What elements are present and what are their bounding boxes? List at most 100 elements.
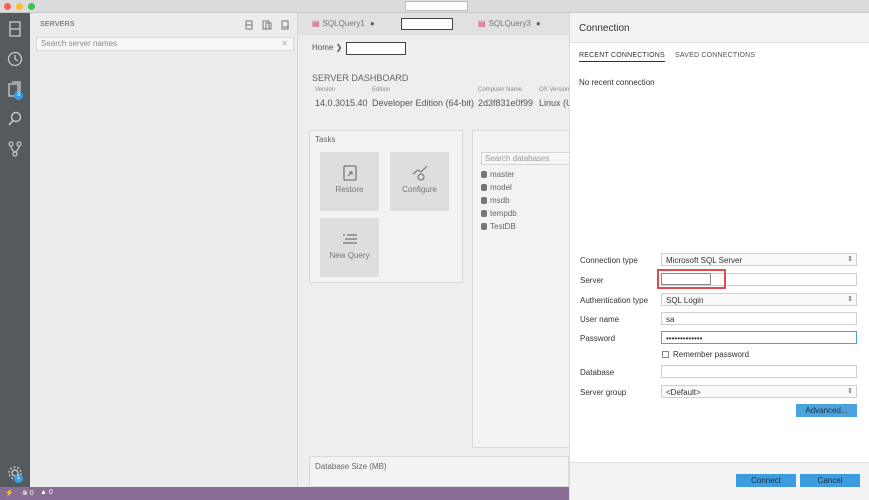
database-icon xyxy=(481,197,487,204)
connection-dialog: Connection RECENT CONNECTIONS SAVED CONN… xyxy=(569,13,869,500)
servers-sidebar: SERVERS Search server names ✕ xyxy=(30,13,298,487)
status-bar: ⚡ ⊗ 0 ▲ 0 xyxy=(0,487,569,500)
clear-search-icon[interactable]: ✕ xyxy=(281,39,288,48)
new-server-group-icon[interactable] xyxy=(262,20,272,30)
configure-task-button[interactable]: Configure xyxy=(390,152,449,211)
version-label: Version xyxy=(315,87,336,93)
files-badge: 3 xyxy=(14,91,23,100)
zoom-window-button[interactable] xyxy=(28,3,35,10)
database-item[interactable]: TestDB xyxy=(481,222,516,231)
user-name-input[interactable]: sa xyxy=(661,312,857,325)
settings-badge: 1 xyxy=(14,474,23,483)
checkbox-box xyxy=(662,351,669,358)
server-label: Server xyxy=(580,276,604,285)
active-connections-icon[interactable] xyxy=(280,20,290,30)
no-recent-message: No recent connection xyxy=(579,78,655,87)
database-item[interactable]: master xyxy=(481,170,514,179)
activity-bar: 3 1 xyxy=(0,13,30,487)
connection-type-label: Connection type xyxy=(580,256,638,265)
restore-icon xyxy=(342,165,357,181)
edition-value: Developer Edition (64-bit) xyxy=(372,98,475,108)
restore-label: Restore xyxy=(335,185,364,194)
advanced-button[interactable]: Advanced... xyxy=(796,404,857,417)
tab-label: SQLQuery1 xyxy=(322,19,365,28)
unsaved-dot-icon: ● xyxy=(369,19,375,28)
database-search-input[interactable]: Search databases xyxy=(481,152,573,165)
database-icon xyxy=(481,184,487,191)
new-connection-icon[interactable] xyxy=(244,20,254,30)
tab-sqlquery3[interactable]: ▤ SQLQuery3 ● xyxy=(478,13,541,35)
select-arrow-icon: ⇕ xyxy=(847,296,853,303)
source-control-icon[interactable] xyxy=(7,141,23,157)
cancel-button[interactable]: Cancel xyxy=(800,474,860,487)
query-file-icon: ▤ xyxy=(312,19,320,28)
auth-type-label: Authentication type xyxy=(580,296,649,305)
server-group-label: Server group xyxy=(580,388,627,397)
window-title-box xyxy=(405,1,468,11)
computer-name-value: 2d3f831e0f99 xyxy=(478,98,534,108)
server-search-placeholder: Search server names xyxy=(41,39,118,48)
select-arrow-icon: ⇕ xyxy=(847,388,853,395)
database-item[interactable]: tempdb xyxy=(481,209,517,218)
history-icon[interactable] xyxy=(7,51,23,67)
server-search-input[interactable]: Search server names ✕ xyxy=(36,37,294,51)
password-label: Password xyxy=(580,334,616,343)
editor-area: ▤ SQLQuery1 ● ▤ SQLQuery3 ● Home ❯ SERVER DA… xyxy=(298,13,573,487)
restore-task-button[interactable]: Restore xyxy=(320,152,379,211)
edition-label: Edition xyxy=(372,87,391,93)
breadcrumb-home[interactable]: Home ❯ xyxy=(312,43,342,52)
database-icon xyxy=(481,210,487,217)
user-name-label: User name xyxy=(580,315,620,324)
tab-rename-input[interactable] xyxy=(401,18,453,30)
tab-saved-connections[interactable]: SAVED CONNECTIONS xyxy=(675,52,755,61)
password-input[interactable]: ••••••••••••• xyxy=(661,331,857,344)
tab-recent-connections[interactable]: RECENT CONNECTIONS xyxy=(579,52,665,62)
new-query-task-button[interactable]: New Query xyxy=(320,218,379,277)
tasks-title: Tasks xyxy=(315,135,336,144)
errors-indicator[interactable]: ⊗ 0 xyxy=(22,489,34,497)
connect-button[interactable]: Connect xyxy=(736,474,796,487)
server-highlight-box xyxy=(657,269,726,289)
tab-sqlquery1[interactable]: ▤ SQLQuery1 ● xyxy=(312,13,375,35)
search-icon[interactable] xyxy=(7,111,23,127)
remember-password-checkbox[interactable]: Remember password xyxy=(662,350,749,359)
os-version-label: OS Version xyxy=(539,87,570,93)
unsaved-dot-icon: ● xyxy=(535,19,541,28)
database-size-widget: Database Size (MB) xyxy=(309,456,569,487)
servers-title: SERVERS xyxy=(40,21,75,28)
warning-icon: ▲ xyxy=(40,489,47,496)
connection-title: Connection xyxy=(579,23,630,34)
database-input[interactable] xyxy=(661,365,857,378)
configure-icon xyxy=(412,165,427,181)
servers-icon[interactable] xyxy=(7,21,23,37)
database-size-title: Database Size (MB) xyxy=(315,462,387,471)
breadcrumb-input[interactable] xyxy=(346,42,406,55)
connection-status-icon[interactable]: ⚡ xyxy=(5,489,14,497)
computer-name-label: Computer Name xyxy=(478,87,523,93)
dashboard-title: SERVER DASHBOARD xyxy=(312,73,409,83)
close-window-button[interactable] xyxy=(4,3,11,10)
server-group-select[interactable]: <Default> ⇕ xyxy=(661,385,857,398)
error-icon: ⊗ xyxy=(22,490,28,497)
configure-label: Configure xyxy=(402,185,437,194)
title-bar xyxy=(0,0,869,13)
warnings-indicator[interactable]: ▲ 0 xyxy=(40,489,53,496)
tab-bar: ▤ SQLQuery1 ● ▤ SQLQuery3 ● xyxy=(298,13,569,35)
new-query-icon xyxy=(342,234,357,244)
database-label: Database xyxy=(580,368,615,377)
chevron-right-icon: ❯ xyxy=(335,43,343,52)
databases-widget: Search databases master model msdb tempd… xyxy=(472,130,573,448)
query-file-icon: ▤ xyxy=(478,19,486,28)
connection-type-select[interactable]: Microsoft SQL Server ⇕ xyxy=(661,253,857,266)
database-item[interactable]: model xyxy=(481,183,512,192)
database-item[interactable]: msdb xyxy=(481,196,510,205)
database-icon xyxy=(481,223,487,230)
database-icon xyxy=(481,171,487,178)
os-version-value: Linux (U xyxy=(539,98,573,108)
connection-header: Connection xyxy=(570,13,869,43)
tab-label: SQLQuery3 xyxy=(488,19,531,28)
auth-type-select[interactable]: SQL Login ⇕ xyxy=(661,293,857,306)
new-query-label: New Query xyxy=(329,251,370,260)
select-arrow-icon: ⇕ xyxy=(847,256,853,263)
minimize-window-button[interactable] xyxy=(16,3,23,10)
